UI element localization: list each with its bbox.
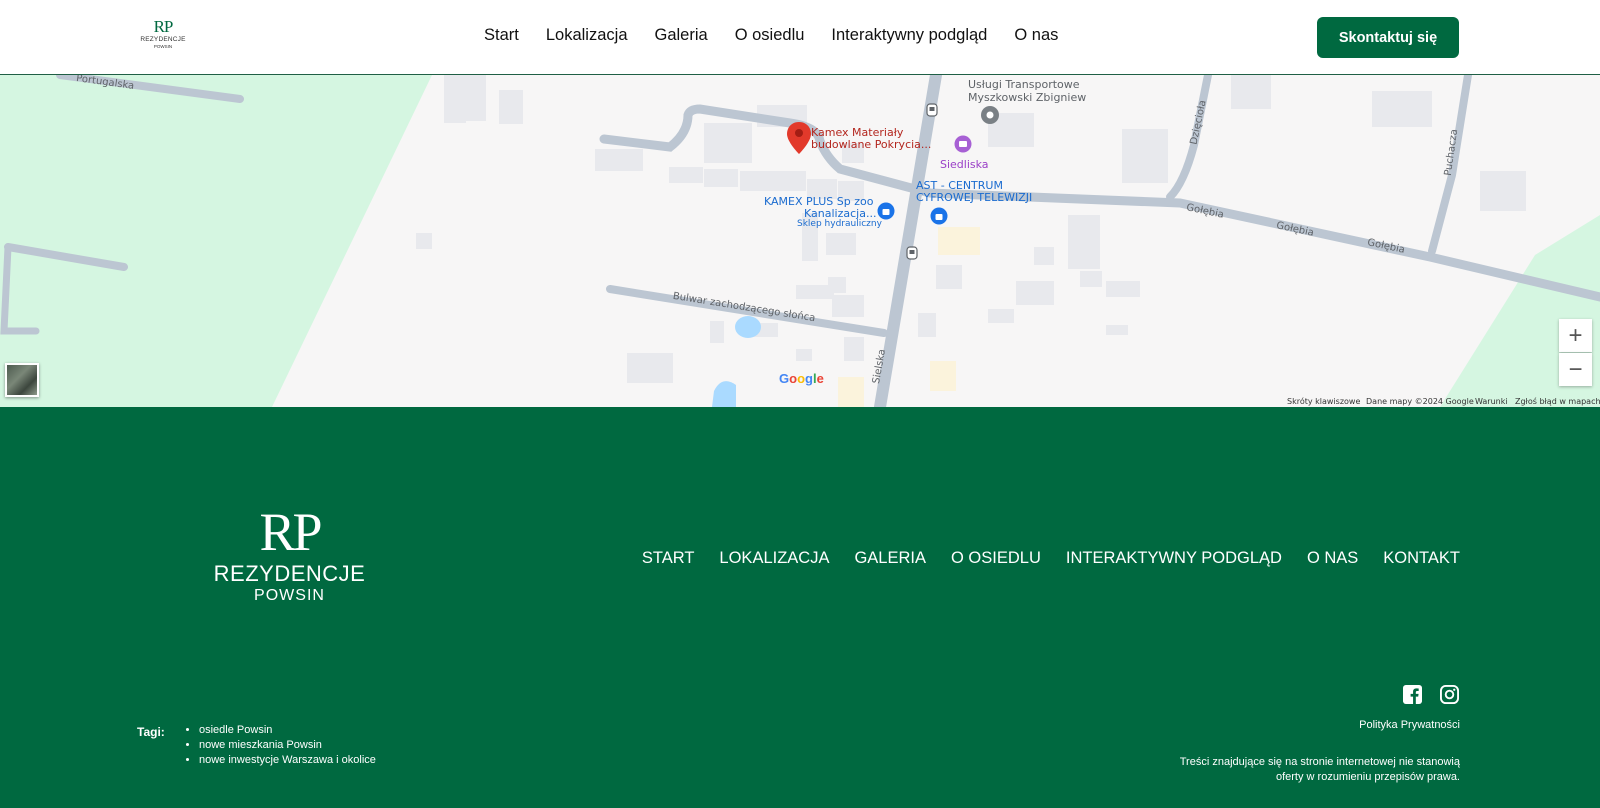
facebook-icon[interactable]: [1403, 685, 1422, 704]
nav-lokalizacja[interactable]: Lokalizacja: [546, 26, 628, 45]
nav-galeria[interactable]: Galeria: [655, 26, 708, 45]
footer-nav-lokalizacja[interactable]: LOKALIZACJA: [719, 549, 829, 568]
footer-nav-o-osiedlu[interactable]: O OSIEDLU: [951, 549, 1041, 568]
footer-nav-galeria[interactable]: GALERIA: [854, 549, 926, 568]
nav-interaktywny-podglad[interactable]: Interaktywny podgląd: [831, 26, 987, 45]
nav-o-osiedlu[interactable]: O osiedlu: [735, 26, 805, 45]
privacy-policy-link[interactable]: Polityka Prywatności: [1359, 719, 1460, 731]
satellite-view-toggle[interactable]: [5, 363, 39, 397]
logo-monogram: RP: [153, 17, 174, 36]
map-water-stream: [712, 381, 736, 407]
zoom-out-button[interactable]: −: [1559, 353, 1592, 386]
tag-item[interactable]: osiedle Powsin: [199, 723, 376, 738]
map-water-pond: [735, 316, 761, 338]
map-report-error-link[interactable]: Zgłoś błąd w mapach: [1515, 397, 1600, 406]
poi-label-ast-2: CYFROWEJ TELEWIZJI: [916, 191, 1033, 204]
legal-disclaimer: Treści znajdujące się na stronie interne…: [1179, 756, 1460, 783]
poi-label-kamex-plus-3: Sklep hydrauliczny: [797, 219, 882, 229]
footer-logo[interactable]: RP REZYDENCJE POWSIN: [212, 503, 367, 605]
poi-marker-icon[interactable]: [980, 105, 1000, 125]
shopping-bag-icon[interactable]: [877, 202, 895, 220]
site-footer: RP REZYDENCJE POWSIN START LOKALIZACJA G…: [0, 407, 1600, 808]
nav-o-nas[interactable]: O nas: [1014, 26, 1058, 45]
logo-brand: REZYDENCJE: [213, 561, 366, 586]
instagram-icon[interactable]: [1440, 685, 1459, 704]
footer-nav: START LOKALIZACJA GALERIA O OSIEDLU INTE…: [642, 549, 1460, 568]
park-area-west: [0, 75, 432, 407]
poi-label-siedliska: Siedliska: [940, 158, 989, 171]
map-terms-link[interactable]: Warunki: [1475, 397, 1508, 406]
footer-nav-kontakt[interactable]: KONTAKT: [1383, 549, 1460, 568]
logo-sub: POWSIN: [254, 587, 325, 604]
tag-item[interactable]: nowe mieszkania Powsin: [199, 738, 376, 753]
footer-nav-o-nas[interactable]: O NAS: [1307, 549, 1358, 568]
map-data-attribution: Dane mapy ©2024 Google: [1366, 397, 1474, 406]
header-logo[interactable]: RP REZYDENCJE POWSIN: [138, 18, 188, 54]
footer-nav-interaktywny-podglad[interactable]: INTERAKTYWNY PODGLĄD: [1066, 549, 1282, 568]
google-logo: Google: [779, 371, 824, 386]
tag-item[interactable]: nowe inwestycje Warszawa i okolice: [199, 753, 376, 768]
bus-stop-icon[interactable]: [926, 103, 938, 117]
main-nav: Start Lokalizacja Galeria O osiedlu Inte…: [484, 26, 1058, 45]
shopping-bag-icon[interactable]: [930, 207, 948, 225]
shop-icon[interactable]: [954, 135, 972, 153]
location-map[interactable]: Portugalska Usługi Transportowe Myszkows…: [0, 75, 1600, 407]
poi-label-uslugi-2: Myszkowski Zbigniew: [968, 91, 1087, 104]
map-keyboard-shortcuts-link[interactable]: Skróty klawiszowe: [1287, 397, 1360, 406]
nav-start[interactable]: Start: [484, 26, 519, 45]
zoom-in-button[interactable]: +: [1559, 319, 1592, 352]
location-pin-icon[interactable]: [787, 122, 811, 154]
poi-label-uslugi-1: Usługi Transportowe: [968, 78, 1080, 91]
site-header: RP REZYDENCJE POWSIN Start Lokalizacja G…: [0, 0, 1600, 75]
logo-brand: REZYDENCJE: [140, 36, 186, 43]
logo-sub: POWSIN: [153, 44, 173, 49]
footer-nav-start[interactable]: START: [642, 549, 695, 568]
logo-monogram: RP: [259, 502, 322, 562]
poi-label-kamex-2: budowlane Pokrycia...: [811, 138, 932, 151]
tags-label: Tagi:: [137, 725, 165, 739]
bus-stop-icon[interactable]: [906, 246, 918, 260]
contact-button[interactable]: Skontaktuj się: [1317, 17, 1459, 58]
tags-list: osiedle Powsin nowe mieszkania Powsin no…: [199, 723, 376, 768]
